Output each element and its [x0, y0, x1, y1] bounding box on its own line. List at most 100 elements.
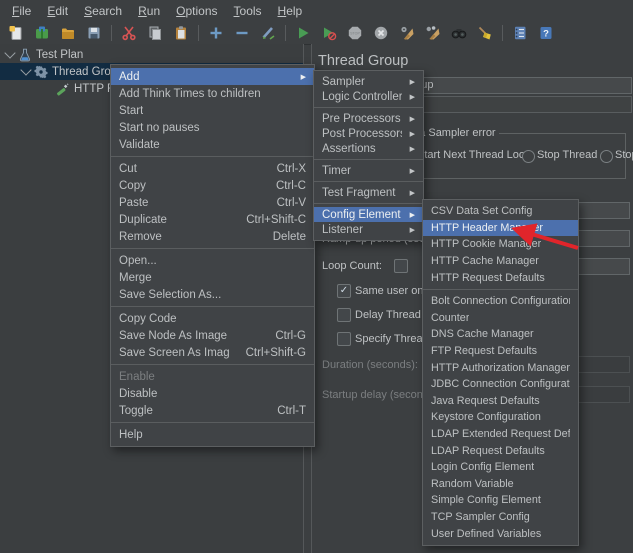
menu-item-save-selection-as[interactable]: Save Selection As...	[111, 286, 314, 303]
menu-item-ldap-request-defaults[interactable]: LDAP Request Defaults	[423, 442, 578, 459]
menu-item-dns-cache-manager[interactable]: DNS Cache Manager	[423, 326, 578, 343]
menu-search[interactable]: Search	[76, 2, 130, 20]
menu-separator	[423, 289, 578, 290]
menu-item-keystore-configuration[interactable]: Keystore Configuration	[423, 409, 578, 426]
menu-item-random-variable[interactable]: Random Variable	[423, 476, 578, 493]
menu-item-label: Copy	[119, 180, 146, 192]
menu-item-label: CSV Data Set Config	[431, 205, 532, 217]
toolbar-function-helper[interactable]	[512, 25, 529, 42]
toolbar-templates[interactable]	[34, 25, 51, 42]
menu-item-http-request-defaults[interactable]: HTTP Request Defaults	[423, 269, 578, 286]
menu-item-http-authorization-manager[interactable]: HTTP Authorization Manager	[423, 359, 578, 376]
toolbar-search[interactable]	[451, 25, 468, 42]
menu-run[interactable]: Run	[130, 2, 168, 20]
menu-item-cut[interactable]: CutCtrl-X	[111, 160, 314, 177]
menu-separator	[111, 156, 314, 157]
menu-item-pre-processors[interactable]: Pre Processors▶	[314, 111, 423, 126]
menu-item-duplicate[interactable]: DuplicateCtrl+Shift-C	[111, 211, 314, 228]
menu-item-ldap-extended-request-defaults[interactable]: LDAP Extended Request Defaults	[423, 426, 578, 443]
menu-edit[interactable]: Edit	[39, 2, 76, 20]
menu-mnemonic: O	[176, 4, 185, 18]
same-user-checkbox[interactable]	[337, 284, 351, 298]
menu-item-help[interactable]: Help	[111, 426, 314, 443]
menu-item-tcp-sampler-config[interactable]: TCP Sampler Config	[423, 509, 578, 526]
menu-tools[interactable]: Tools	[226, 2, 270, 20]
menu-item-disable[interactable]: Disable	[111, 385, 314, 402]
menu-item-assertions[interactable]: Assertions▶	[314, 141, 423, 156]
menu-item-remove[interactable]: RemoveDelete	[111, 228, 314, 245]
menu-item-post-processors[interactable]: Post Processors▶	[314, 126, 423, 141]
toolbar-copy[interactable]	[147, 25, 164, 42]
toolbar-new-file[interactable]	[8, 25, 25, 42]
menu-item-timer[interactable]: Timer▶	[314, 163, 423, 178]
menu-item-add-think-times-to-children[interactable]: Add Think Times to children	[111, 85, 314, 102]
toolbar-help[interactable]: ?	[538, 25, 555, 42]
toolbar-stop[interactable]: STOP	[347, 25, 364, 42]
menu-item-save-screen-as-image[interactable]: Save Screen As ImageCtrl+Shift-G	[111, 344, 314, 361]
menu-item-label: Post Processors	[322, 128, 402, 140]
toolbar-open[interactable]	[60, 25, 77, 42]
menu-item-merge[interactable]: Merge	[111, 269, 314, 286]
menu-item-paste[interactable]: PasteCtrl-V	[111, 194, 314, 211]
menu-item-copy[interactable]: CopyCtrl-C	[111, 177, 314, 194]
toolbar-cut[interactable]	[121, 25, 138, 42]
menu-item-start-no-pauses[interactable]: Start no pauses	[111, 119, 314, 136]
menu-item-label: User Defined Variables	[431, 528, 541, 540]
infinite-checkbox[interactable]	[394, 259, 408, 273]
menu-item-login-config-element[interactable]: Login Config Element	[423, 459, 578, 476]
menu-item-listener[interactable]: Listener▶	[314, 222, 423, 237]
toolbar-search-reset[interactable]	[477, 25, 494, 42]
menu-item-jdbc-connection-configuration[interactable]: JDBC Connection Configuration	[423, 376, 578, 393]
menu-item-test-fragment[interactable]: Test Fragment▶	[314, 185, 423, 200]
menu-item-logic-controller[interactable]: Logic Controller▶	[314, 89, 423, 104]
pencil-icon	[260, 25, 276, 41]
menu-file[interactable]: File	[4, 2, 39, 20]
toolbar-start-no-pauses[interactable]	[321, 25, 338, 42]
menu-item-config-element[interactable]: Config Element▶	[314, 207, 423, 222]
menu-item-http-cookie-manager[interactable]: HTTP Cookie Manager	[423, 236, 578, 253]
menu-item-http-header-manager[interactable]: HTTP Header Manager	[423, 220, 578, 237]
chevron-down-icon[interactable]	[20, 64, 31, 75]
toolbar-clear-all[interactable]	[425, 25, 442, 42]
menu-item-label: Counter	[431, 312, 469, 324]
menu-item-user-defined-variables[interactable]: User Defined Variables	[423, 525, 578, 542]
menu-item-csv-data-set-config[interactable]: CSV Data Set Config	[423, 203, 578, 220]
stop-test-radio[interactable]	[600, 150, 613, 163]
tree-item-label: Test Plan	[36, 49, 83, 61]
menu-item-java-request-defaults[interactable]: Java Request Defaults	[423, 393, 578, 410]
menu-item-validate[interactable]: Validate	[111, 136, 314, 153]
menu-item-label: HTTP Cache Manager	[431, 255, 539, 267]
menu-help[interactable]: Help	[270, 2, 311, 20]
tree-item-test-plan[interactable]: Test Plan	[0, 46, 303, 63]
toolbar-toggle[interactable]	[260, 25, 277, 42]
menu-item-add[interactable]: Add▶	[111, 68, 314, 85]
stop-thread-radio[interactable]	[522, 150, 535, 163]
menu-item-label: Paste	[119, 197, 148, 209]
chevron-down-icon[interactable]	[4, 47, 15, 58]
toolbar-shutdown[interactable]	[373, 25, 390, 42]
new-file-icon	[8, 25, 24, 41]
menu-item-shortcut: Ctrl+Shift-G	[230, 347, 306, 359]
menu-options[interactable]: Options	[168, 2, 225, 20]
toolbar-paste[interactable]	[173, 25, 190, 42]
menu-item-label: Timer	[322, 165, 351, 177]
menu-item-counter[interactable]: Counter	[423, 310, 578, 327]
menu-item-bolt-connection-configuration[interactable]: Bolt Connection Configuration	[423, 293, 578, 310]
menu-item-label: Sampler	[322, 76, 365, 88]
toolbar-collapse-all[interactable]	[234, 25, 251, 42]
delay-thread-checkbox[interactable]	[337, 308, 351, 322]
menu-item-ftp-request-defaults[interactable]: FTP Request Defaults	[423, 343, 578, 360]
toolbar-start[interactable]	[295, 25, 312, 42]
menu-item-start[interactable]: Start	[111, 102, 314, 119]
specify-lifetime-checkbox[interactable]	[337, 332, 351, 346]
menu-item-open[interactable]: Open...	[111, 252, 314, 269]
toolbar-clear[interactable]	[399, 25, 416, 42]
menu-item-simple-config-element[interactable]: Simple Config Element	[423, 492, 578, 509]
toolbar-expand-all[interactable]	[208, 25, 225, 42]
menu-item-toggle[interactable]: ToggleCtrl-T	[111, 402, 314, 419]
menu-item-copy-code[interactable]: Copy Code	[111, 310, 314, 327]
menu-item-save-node-as-image[interactable]: Save Node As ImageCtrl-G	[111, 327, 314, 344]
menu-item-http-cache-manager[interactable]: HTTP Cache Manager	[423, 253, 578, 270]
menu-item-sampler[interactable]: Sampler▶	[314, 74, 423, 89]
toolbar-save[interactable]	[86, 25, 103, 42]
